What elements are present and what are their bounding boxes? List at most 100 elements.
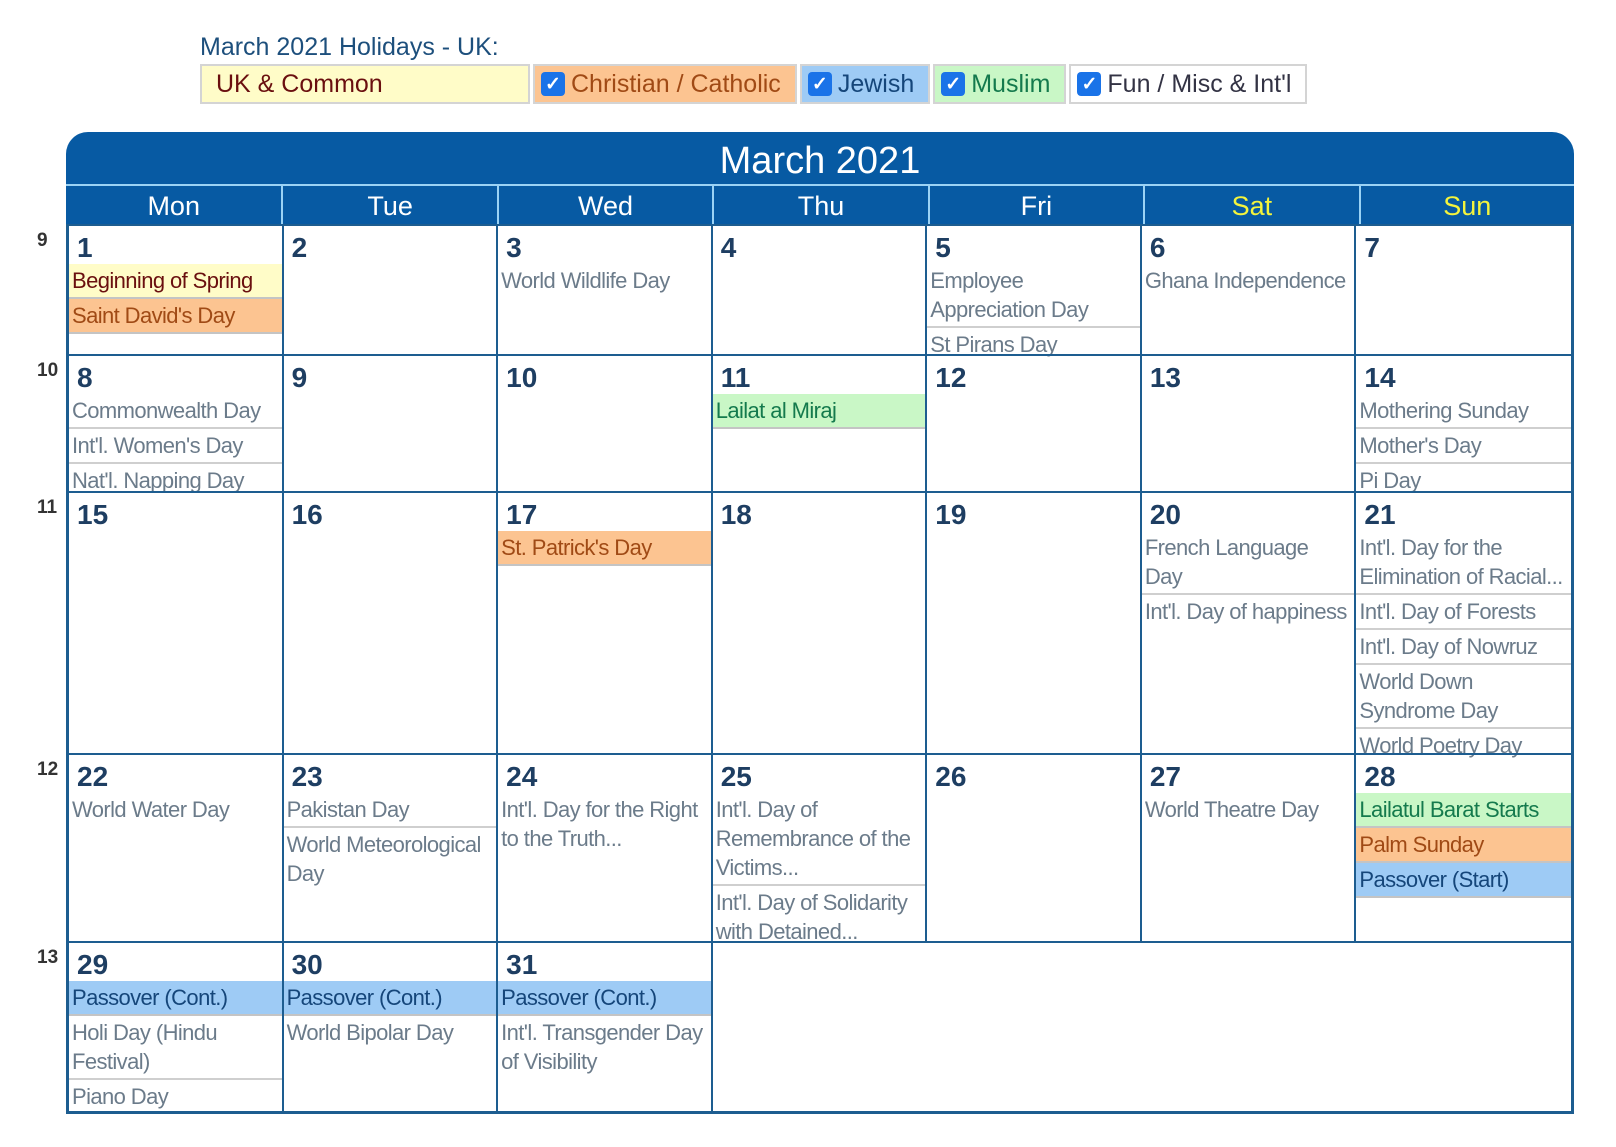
holiday-event-jewish[interactable]: Passover (Cont.) (498, 981, 711, 1016)
day-cell[interactable]: 10 (498, 354, 713, 491)
calendar-month-title: March 2021 (66, 132, 1574, 184)
holiday-event-fun[interactable]: Int'l. Day for the Right to the Truth... (498, 793, 711, 855)
day-number: 27 (1149, 761, 1181, 792)
day-of-week-thu: Thu (712, 186, 927, 224)
day-number: 11 (720, 362, 751, 393)
day-cell[interactable]: 17 St. Patrick's Day (498, 491, 713, 753)
filter-muslim[interactable]: ✓ Muslim (933, 64, 1067, 104)
day-cell[interactable]: 20 French Language Day Int'l. Day of happi… (1141, 491, 1357, 753)
day-cell[interactable]: 9 (283, 354, 499, 491)
holiday-event-fun[interactable]: Int'l. Day of happiness (1142, 595, 1355, 628)
day-cell[interactable]: 6 Ghana Independence (1141, 224, 1357, 354)
day-cell[interactable]: 24 Int'l. Day for the Right to the Truth.… (498, 753, 713, 941)
day-number: 16 (291, 499, 323, 530)
holiday-event-fun[interactable]: World Wildlife Day (498, 264, 711, 297)
holiday-event-fun[interactable]: Ghana Independence (1142, 264, 1355, 297)
day-cell[interactable]: 13 29 Passover (Cont.) Holi Day (Hindu Fest… (37, 941, 284, 1113)
checkbox-checked-icon[interactable]: ✓ (941, 72, 966, 96)
week-number: 9 (37, 230, 48, 251)
week-number: 11 (37, 497, 58, 518)
day-of-week-fri: Fri (927, 186, 1143, 224)
holiday-event-fun[interactable]: World Down Syndrome Day (1356, 665, 1571, 729)
holiday-event-christian[interactable]: Saint David's Day (69, 299, 282, 334)
filter-label: Muslim (971, 69, 1051, 98)
filter-christian-catholic[interactable]: ✓ Christian / Catholic (533, 64, 797, 104)
day-of-week-mon: Mon (147, 191, 200, 221)
holiday-event-muslim[interactable]: Lailat al Miraj (712, 394, 926, 429)
holiday-event-fun[interactable]: Pakistan Day (283, 793, 497, 828)
day-cell[interactable]: 16 (283, 491, 499, 753)
day-number: 15 (77, 499, 109, 530)
filter-label: Fun / Misc & Int'l (1107, 69, 1292, 98)
holiday-event-fun[interactable]: Mothering Sunday (1356, 394, 1571, 429)
calendar-grid: 9 1 Beginning of Spring Saint David's Day 2 3… (37, 224, 1574, 1114)
holiday-event-fun[interactable]: Piano Day (69, 1080, 282, 1113)
day-cell[interactable]: 21 Int'l. Day for the Elimination of Raci… (1356, 491, 1571, 758)
day-cell[interactable]: 11 Lailat al Miraj (712, 354, 928, 491)
holiday-event-fun[interactable]: Int'l. Women's Day (69, 429, 282, 464)
checkbox-checked-icon[interactable]: ✓ (1077, 72, 1102, 96)
holiday-event-fun[interactable]: Int'l. Day for the Elimination of Racial… (1356, 531, 1571, 595)
holiday-event-fun[interactable]: Int'l. Day of Nowruz (1356, 630, 1571, 665)
holiday-event-fun[interactable]: Int'l. Day of Forests (1356, 595, 1571, 630)
day-cell[interactable]: 10 8 Commonwealth Day Int'l. Women's Day Nat… (37, 354, 284, 493)
holiday-event-uk[interactable]: Beginning of Spring (69, 264, 282, 299)
day-cell[interactable]: 14 Mothering Sunday Mother's Day Pi Day (1356, 354, 1571, 493)
day-cell[interactable]: 28 Lailatul Barat Starts Palm Sunday Passov… (1356, 753, 1571, 941)
filter-jewish[interactable]: ✓ Jewish (799, 64, 931, 104)
day-cell[interactable]: 5 Employee Appreciation Day St Pirans Day (927, 224, 1142, 357)
day-cell[interactable]: 25 Int'l. Day of Remembrance of the Victi… (712, 753, 928, 944)
day-of-week-sat: Sat (1143, 186, 1358, 224)
holiday-event-jewish[interactable]: Passover (Cont.) (283, 981, 497, 1016)
day-cell[interactable]: 23 Pakistan Day World Meteorological Day (283, 753, 499, 941)
day-number: 7 (1364, 232, 1380, 263)
day-number: 4 (720, 232, 737, 263)
week-number: 12 (37, 759, 59, 780)
holiday-event-muslim[interactable]: Lailatul Barat Starts (1356, 793, 1571, 828)
holiday-event-fun[interactable]: World Theatre Day (1142, 793, 1355, 826)
day-cell[interactable]: 9 1 Beginning of Spring Saint David's Day (37, 224, 284, 354)
holiday-event-jewish[interactable]: Passover (Cont.) (69, 981, 282, 1016)
holiday-event-fun[interactable]: Mother's Day (1356, 429, 1571, 464)
day-cell[interactable]: 3 World Wildlife Day (498, 224, 713, 354)
day-cell[interactable]: 2 (283, 224, 499, 354)
filter-label: Christian / Catholic (571, 69, 781, 98)
week-number: 13 (37, 947, 59, 968)
holiday-event-fun[interactable]: Int'l. Day of Remembrance of the Victims… (712, 793, 926, 886)
day-cell[interactable]: 30 Passover (Cont.) World Bipolar Day (283, 941, 499, 1111)
day-cell[interactable]: 4 (712, 224, 928, 354)
filter-fun-misc-intl[interactable]: ✓ Fun / Misc & Int'l (1069, 64, 1308, 104)
holiday-event-fun[interactable]: World Bipolar Day (284, 1016, 497, 1049)
day-cell[interactable]: 7 (1356, 224, 1571, 354)
holiday-event-jewish[interactable]: Passover (Start) (1356, 863, 1571, 898)
day-cell[interactable]: 12 22 World Water Day (37, 753, 284, 941)
holiday-event-fun[interactable]: Int'l. Transgender Day of Visibility (498, 1016, 711, 1078)
holiday-event-fun[interactable]: Int'l. Day of Solidarity with Detained..… (713, 886, 926, 948)
day-cell[interactable]: 11 15 (37, 491, 284, 753)
day-cell[interactable]: 31 Passover (Cont.) Int'l. Transgender Day… (498, 941, 713, 1111)
checkbox-checked-icon[interactable]: ✓ (541, 72, 565, 96)
holiday-event-christian[interactable]: Palm Sunday (1356, 828, 1571, 863)
holiday-event-fun[interactable]: Commonwealth Day (69, 394, 282, 429)
day-of-week-tue: Tue (281, 186, 496, 224)
day-number: 12 (935, 362, 967, 393)
checkbox-checked-icon[interactable]: ✓ (807, 72, 832, 96)
day-number: 26 (935, 761, 967, 792)
holiday-event-fun[interactable]: Holi Day (Hindu Festival) (69, 1016, 282, 1080)
day-cell[interactable]: 18 (712, 491, 928, 753)
holiday-event-fun[interactable]: French Language Day (1141, 531, 1355, 595)
day-cell[interactable]: 19 (927, 491, 1142, 753)
day-number: 29 (77, 949, 109, 980)
holiday-event-fun[interactable]: Employee Appreciation Day (927, 264, 1140, 328)
day-number: 6 (1149, 232, 1166, 263)
day-cell[interactable]: 26 (927, 753, 1142, 941)
day-cell[interactable]: 12 (927, 354, 1142, 491)
day-number: 9 (291, 362, 308, 393)
day-cell[interactable]: 13 (1141, 354, 1357, 491)
holiday-event-fun[interactable]: World Meteorological Day (284, 828, 497, 890)
holiday-event-christian[interactable]: St. Patrick's Day (498, 531, 711, 566)
holiday-event-fun[interactable]: World Water Day (69, 793, 282, 826)
empty-day-cell (712, 941, 1571, 1111)
day-cell[interactable]: 27 World Theatre Day (1141, 753, 1357, 941)
day-number: 14 (1364, 362, 1396, 393)
